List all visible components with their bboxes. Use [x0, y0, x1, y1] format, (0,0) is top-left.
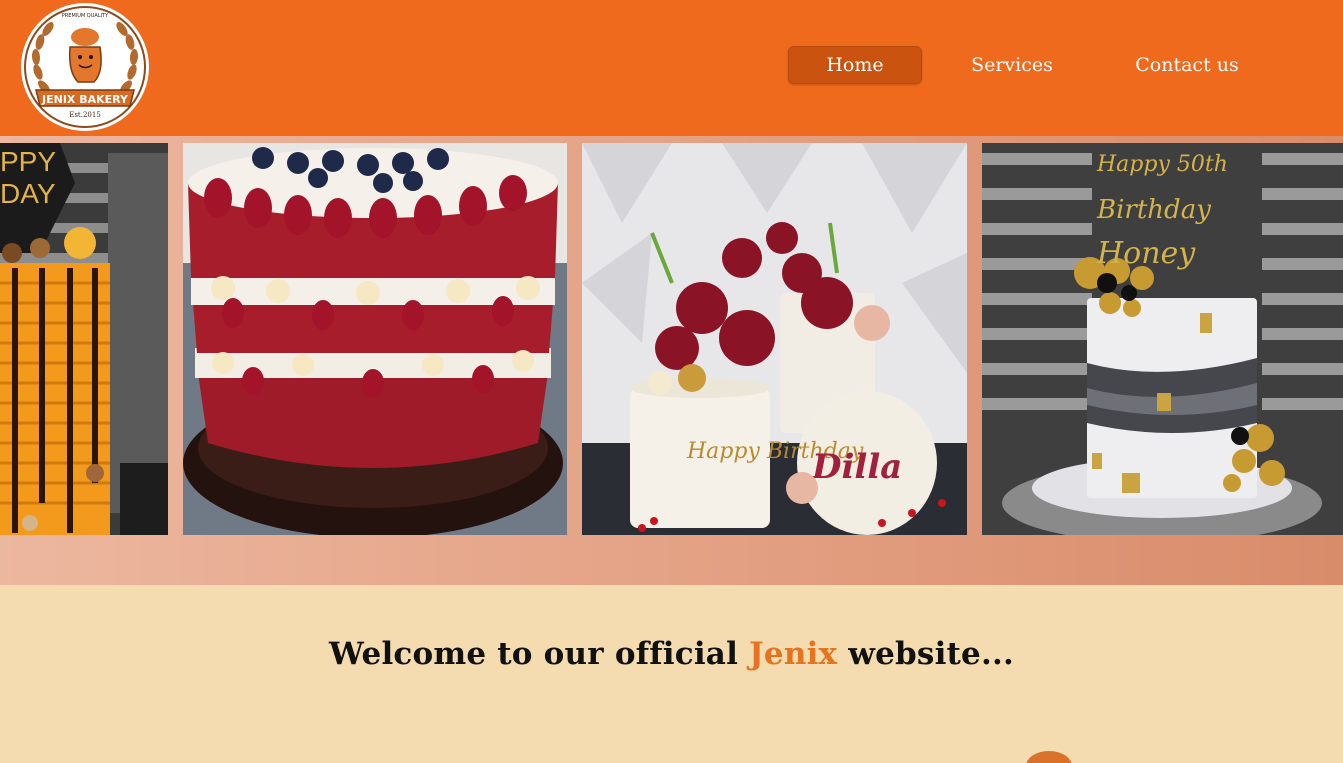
welcome-suffix: website...: [837, 636, 1014, 672]
welcome-brand: Jenix: [749, 636, 838, 672]
jenix-bakery-logo[interactable]: JENIX BAKERY PREMIUM QUALITY Est.2015: [20, 2, 150, 132]
nav-contact-link[interactable]: Contact us: [1102, 46, 1272, 84]
nav-home-link[interactable]: Home: [788, 46, 922, 84]
cake-text-dilla: Dilla: [811, 447, 902, 487]
topper-text-line-3: Honey: [1096, 236, 1196, 271]
gallery-slide-floral-cakes[interactable]: Happy Birthday Dilla: [582, 143, 967, 535]
gallery-slide-50th-birthday-cake[interactable]: Happy 50th Birthday Honey: [982, 143, 1343, 535]
scroll-to-top-button[interactable]: [1026, 751, 1072, 763]
topper-text-line-2: Birthday: [1096, 195, 1211, 225]
cake-gallery: PPY DAY Happy Birthday Dilla Happy 50th …: [0, 136, 1343, 585]
logo-established: Est.2015: [69, 111, 101, 119]
nav-services-link[interactable]: Services: [922, 46, 1102, 84]
welcome-heading: Welcome to our official Jenix website...: [0, 636, 1343, 672]
main-navigation: Home Services Contact us: [788, 45, 1272, 85]
logo-tagline: PREMIUM QUALITY: [62, 13, 109, 19]
gallery-slide-red-velvet-cake[interactable]: [183, 143, 567, 535]
svg-text:PPY: PPY: [0, 146, 56, 177]
svg-text:DAY: DAY: [0, 178, 56, 209]
site-header: JENIX BAKERY PREMIUM QUALITY Est.2015 Ho…: [0, 0, 1343, 136]
welcome-prefix: Welcome to our official: [329, 636, 750, 672]
logo-brand-text: JENIX BAKERY: [41, 93, 129, 106]
gallery-slide-orange-cake[interactable]: PPY DAY: [0, 143, 168, 535]
topper-text: Happy 50th: [1096, 152, 1228, 177]
